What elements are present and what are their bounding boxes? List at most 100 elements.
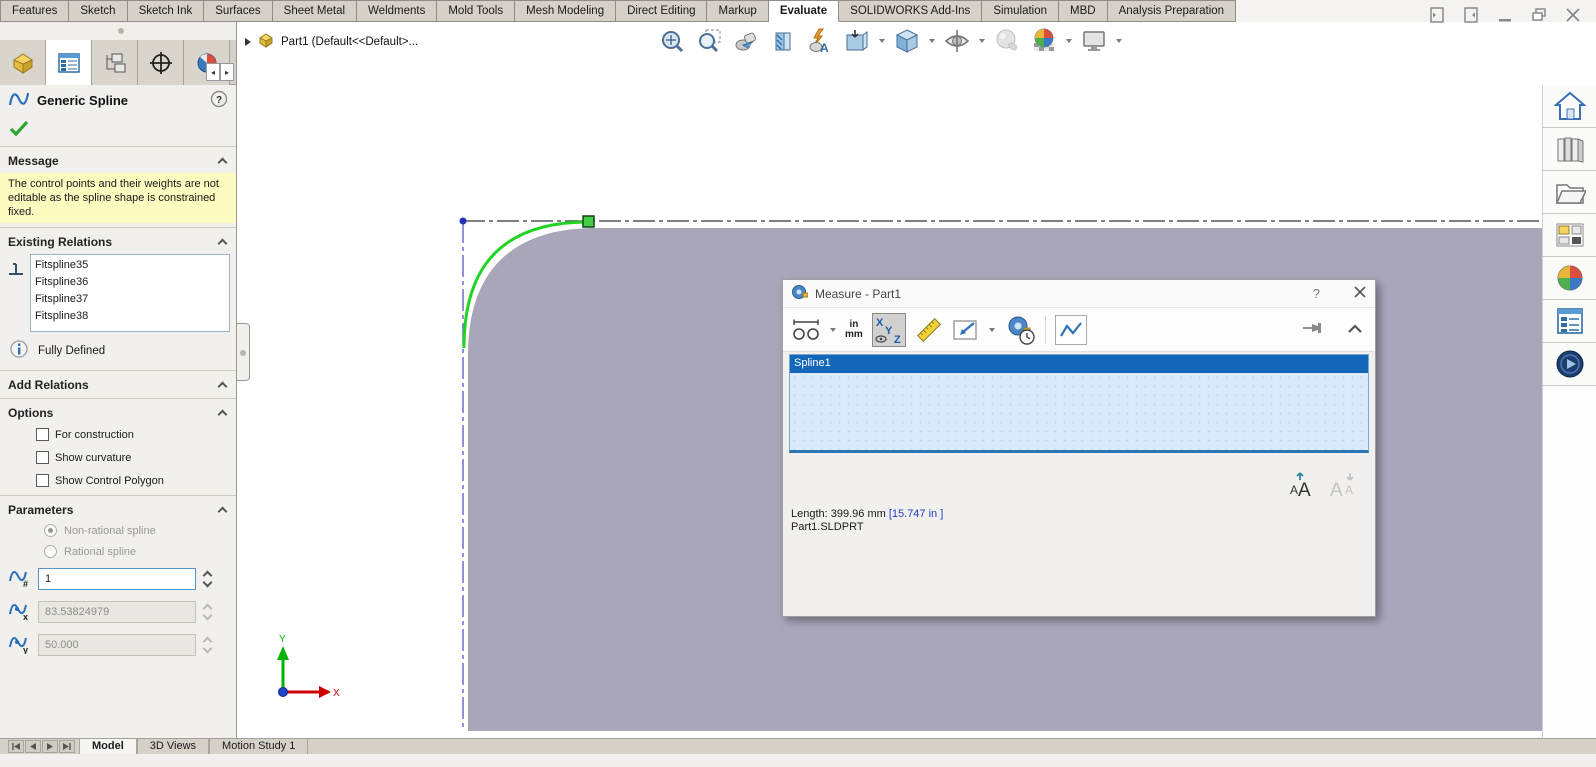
minimize-icon[interactable]: [1496, 6, 1514, 24]
spline-point-number-spinner[interactable]: [202, 570, 213, 587]
non-rational-spline-option[interactable]: Non-rational spline: [0, 520, 236, 541]
rational-spline-radio[interactable]: [44, 545, 57, 558]
increase-font-icon[interactable]: AA: [1289, 472, 1315, 501]
collapse-chevron-icon[interactable]: [217, 381, 228, 392]
tab-markup[interactable]: Markup: [707, 0, 769, 22]
tab-analysis-preparation[interactable]: Analysis Preparation: [1107, 0, 1237, 22]
view-settings-icon[interactable]: [1079, 26, 1109, 56]
tab-mesh-modeling[interactable]: Mesh Modeling: [515, 0, 617, 22]
arc-circle-measurements-icon[interactable]: [791, 317, 821, 343]
zoom-to-fit-icon[interactable]: [657, 26, 687, 56]
featuremanager-tree-tab[interactable]: [0, 40, 46, 85]
measure-dialog[interactable]: Measure - Part1 ? in mm XYZ Spline1 AA AA…: [782, 279, 1376, 617]
show-xyz-measurements-button[interactable]: XYZ: [871, 312, 906, 347]
edit-appearance-icon[interactable]: [992, 26, 1022, 56]
propertymanager-tab[interactable]: [46, 40, 92, 85]
view-orientation-caret-icon[interactable]: [879, 39, 885, 43]
tab-mbd[interactable]: MBD: [1059, 0, 1108, 22]
tab-weldments[interactable]: Weldments: [357, 0, 438, 22]
add-relations-section-header[interactable]: Add Relations: [0, 374, 236, 395]
threed-views-tab[interactable]: 3D Views: [136, 739, 210, 754]
relation-item[interactable]: Fitspline36: [35, 274, 225, 291]
projected-on-icon[interactable]: [952, 317, 980, 343]
arc-circle-measurements-caret-icon[interactable]: [830, 327, 836, 332]
hide-show-items-icon[interactable]: [942, 26, 972, 56]
design-library-button[interactable]: [1543, 128, 1596, 171]
projected-on-caret-icon[interactable]: [988, 327, 995, 332]
previous-tab-icon[interactable]: [25, 740, 41, 753]
dynamic-annotation-views-icon[interactable]: A: [805, 26, 835, 56]
parameters-section-header[interactable]: Parameters: [0, 499, 236, 520]
solidworks-resources-button[interactable]: [1543, 85, 1596, 128]
model-tab[interactable]: Model: [79, 739, 137, 754]
tab-solidworks-add-ins[interactable]: SOLIDWORKS Add-Ins: [839, 0, 983, 22]
dialog-close-icon[interactable]: [1353, 285, 1367, 302]
for-construction-checkbox[interactable]: [36, 428, 49, 441]
tab-sheet-metal[interactable]: Sheet Metal: [272, 0, 358, 22]
tab-features[interactable]: Features: [0, 0, 70, 22]
relations-listbox[interactable]: Fitspline35 Fitspline36 Fitspline37 Fits…: [30, 254, 230, 332]
relation-item[interactable]: Fitspline37: [35, 291, 225, 308]
tab-sketch[interactable]: Sketch: [69, 0, 128, 22]
tab-sketch-ink[interactable]: Sketch Ink: [127, 0, 205, 22]
dimxpertmanager-tab[interactable]: [138, 40, 184, 85]
spline-point-number-input[interactable]: 1: [38, 567, 196, 590]
collapse-right-pane-icon[interactable]: [1462, 6, 1480, 24]
view-settings-caret-icon[interactable]: [1116, 39, 1122, 43]
ok-checkmark-icon[interactable]: [9, 120, 29, 139]
previous-view-icon[interactable]: [731, 26, 761, 56]
help-icon[interactable]: ?: [210, 90, 228, 111]
create-sensor-icon[interactable]: [1054, 314, 1087, 345]
message-section-header[interactable]: Message: [0, 150, 236, 171]
selected-entity-row[interactable]: Spline1: [790, 355, 1368, 373]
show-control-polygon-option[interactable]: Show Control Polygon: [0, 469, 236, 492]
close-icon[interactable]: [1564, 6, 1582, 24]
next-tab-icon[interactable]: [42, 740, 58, 753]
measure-selection-list[interactable]: Spline1: [789, 354, 1369, 453]
measure-dialog-titlebar[interactable]: Measure - Part1 ?: [783, 280, 1375, 308]
first-tab-icon[interactable]: [8, 740, 24, 753]
hide-show-items-caret-icon[interactable]: [979, 39, 985, 43]
show-curvature-checkbox[interactable]: [36, 451, 49, 464]
tab-direct-editing[interactable]: Direct Editing: [616, 0, 708, 22]
collapse-left-pane-icon[interactable]: [1428, 6, 1446, 24]
for-construction-option[interactable]: For construction: [0, 423, 236, 446]
motion-study-tab[interactable]: Motion Study 1: [209, 739, 309, 754]
appearances-scenes-button[interactable]: [1543, 257, 1596, 300]
collapse-chevron-icon[interactable]: [217, 409, 228, 420]
collapse-chevron-icon[interactable]: [217, 238, 228, 249]
section-view-icon[interactable]: [768, 26, 798, 56]
rational-spline-option[interactable]: Rational spline: [0, 541, 236, 562]
configurationmanager-tab[interactable]: [92, 40, 138, 85]
custom-properties-button[interactable]: [1543, 300, 1596, 343]
zoom-to-area-icon[interactable]: [694, 26, 724, 56]
solidworks-forum-button[interactable]: [1543, 343, 1596, 386]
relation-item[interactable]: Fitspline35: [35, 257, 225, 274]
breadcrumb[interactable]: Part1 (Default<<Default>...: [245, 32, 418, 51]
point-to-point-icon[interactable]: [915, 316, 943, 344]
units-precision-button[interactable]: in mm: [845, 319, 863, 340]
existing-relations-section-header[interactable]: Existing Relations: [0, 231, 236, 252]
panel-splitter[interactable]: [0, 22, 236, 40]
dialog-help-icon[interactable]: ?: [1313, 286, 1320, 301]
view-orientation-icon[interactable]: [842, 26, 872, 56]
last-tab-icon[interactable]: [59, 740, 75, 753]
file-explorer-button[interactable]: [1543, 171, 1596, 214]
view-palette-button[interactable]: [1543, 214, 1596, 257]
decrease-font-icon[interactable]: AA: [1329, 472, 1355, 501]
display-style-caret-icon[interactable]: [929, 39, 935, 43]
tab-surfaces[interactable]: Surfaces: [204, 0, 273, 22]
options-section-header[interactable]: Options: [0, 402, 236, 423]
apply-scene-icon[interactable]: [1029, 26, 1059, 56]
collapse-chevron-icon[interactable]: [217, 506, 228, 517]
scroll-left-icon[interactable]: ◂: [206, 63, 220, 81]
flyout-tree-arrow-icon[interactable]: [245, 37, 251, 46]
scroll-right-icon[interactable]: ▸: [220, 63, 234, 81]
measurement-history-icon[interactable]: [1004, 315, 1036, 345]
tab-evaluate[interactable]: Evaluate: [768, 0, 840, 22]
display-style-icon[interactable]: [892, 26, 922, 56]
collapse-chevron-icon[interactable]: [217, 157, 228, 168]
collapse-dialog-chevron-icon[interactable]: [1347, 323, 1363, 337]
apply-scene-caret-icon[interactable]: [1066, 39, 1072, 43]
show-curvature-option[interactable]: Show curvature: [0, 446, 236, 469]
